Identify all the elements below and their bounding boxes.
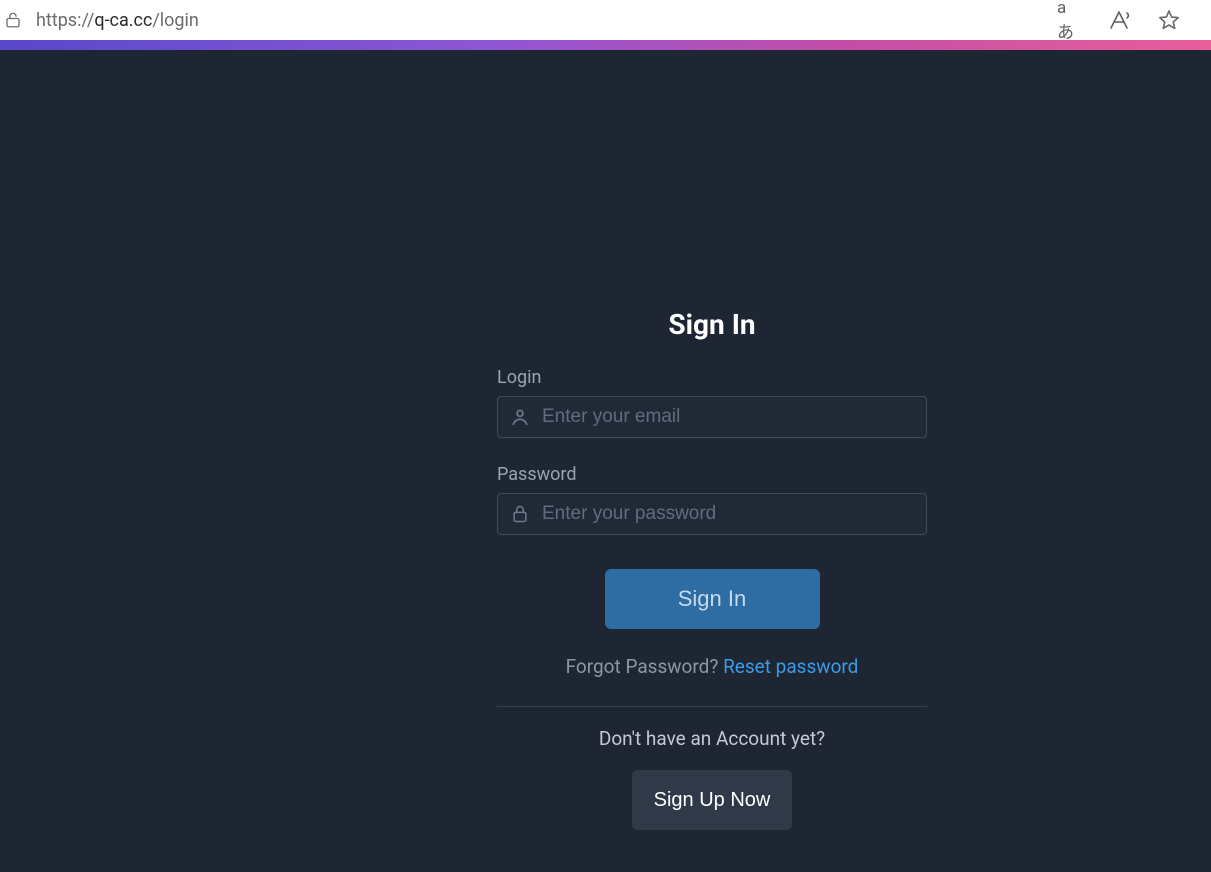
site-lock-icon[interactable] (2, 9, 24, 31)
browser-action-icons: aあ (1057, 8, 1201, 32)
signup-button[interactable]: Sign Up Now (632, 770, 793, 830)
lock-icon (498, 504, 542, 524)
signin-button[interactable]: Sign In (605, 569, 820, 629)
read-aloud-icon[interactable] (1107, 8, 1131, 32)
no-account-prompt: Don't have an Account yet? (497, 727, 927, 750)
login-field-label: Login (497, 367, 927, 388)
page-body: Sign In Login Password Sign In (0, 50, 1211, 872)
forgot-password-row: Forgot Password? Reset password (497, 655, 927, 707)
address-url[interactable]: https://q-ca.cc/login (36, 10, 1037, 31)
login-field-wrap (497, 396, 927, 438)
translate-icon[interactable]: aあ (1057, 8, 1081, 32)
header-gradient-strip (0, 40, 1211, 50)
url-host: q-ca.cc (94, 10, 152, 31)
password-field-wrap (497, 493, 927, 535)
user-icon (498, 406, 542, 428)
favorite-star-icon[interactable] (1157, 8, 1181, 32)
email-field[interactable] (542, 397, 926, 437)
forgot-password-prompt: Forgot Password? (566, 655, 723, 678)
reset-password-link[interactable]: Reset password (723, 655, 858, 678)
browser-address-bar: https://q-ca.cc/login aあ (0, 0, 1211, 40)
password-field-label: Password (497, 464, 927, 485)
login-form: Sign In Login Password Sign In (497, 308, 927, 830)
url-scheme: https:// (36, 10, 94, 31)
password-field[interactable] (542, 494, 926, 534)
page-title: Sign In (497, 308, 927, 341)
url-path: /login (152, 10, 199, 31)
